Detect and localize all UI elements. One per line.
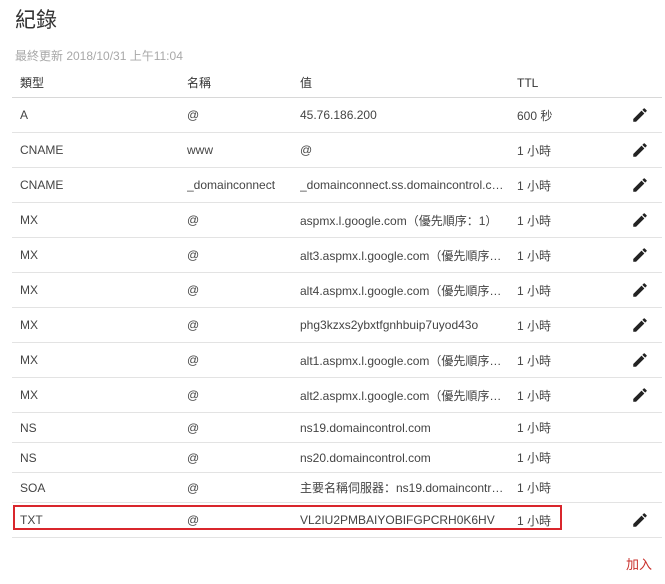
record-type: NS (20, 450, 37, 465)
record-ttl: 1 小時 (517, 481, 552, 495)
record-name: @ (187, 388, 200, 402)
record-name: @ (187, 450, 200, 465)
record-type: MX (20, 318, 38, 332)
pencil-icon[interactable] (629, 314, 651, 336)
table-header-row: 類型 名稱 值 TTL (12, 68, 662, 98)
record-name: @ (187, 513, 200, 527)
record-ttl: 1 小時 (517, 143, 552, 158)
record-ttl: 1 小時 (517, 388, 552, 403)
record-ttl: 1 小時 (517, 451, 552, 465)
pencil-icon[interactable] (629, 174, 651, 196)
table-row: MX @ alt4.aspmx.l.google.com（優先順序：10） 1 小時 (12, 273, 662, 308)
record-ttl: 1 小時 (517, 318, 552, 333)
pencil-icon[interactable] (629, 509, 651, 531)
pencil-icon[interactable] (629, 244, 651, 266)
record-name: @ (187, 480, 200, 495)
pencil-icon[interactable] (629, 279, 651, 301)
record-value: 45.76.186.200 (300, 108, 377, 122)
pencil-icon[interactable] (629, 209, 651, 231)
header-ttl: TTL (517, 75, 539, 90)
table-row: NS @ ns20.domaincontrol.com 1 小時 (12, 443, 662, 473)
page-title: 紀錄 (15, 9, 57, 32)
table-row: TXT @ VL2IU2PMBAIYOBIFGPCRH0K6HV 1 小時 (12, 503, 662, 538)
record-value: @ (300, 143, 313, 157)
record-ttl: 1 小時 (517, 353, 552, 368)
record-value: alt2.aspmx.l.google.com（優先順序：5） (300, 388, 506, 403)
record-value: ns20.domaincontrol.com (300, 450, 431, 465)
record-type: MX (20, 248, 38, 262)
record-value: _domainconnect.ss.domaincontrol.com (300, 178, 506, 192)
table-row: A @45.76.186.200 600 秒 (12, 98, 662, 133)
record-type: MX (20, 388, 38, 402)
pencil-icon[interactable] (629, 384, 651, 406)
record-type: A (20, 108, 29, 122)
record-type: CNAME (20, 143, 64, 157)
last-updated-text: 最終更新 2018/10/31 上午11:04 (15, 49, 183, 63)
record-ttl: 1 小時 (517, 513, 552, 528)
table-row: CNAME _domainconnect _domainconnect.ss.dom… (12, 168, 662, 203)
header-value: 值 (300, 76, 313, 90)
dns-records-table: 類型 名稱 值 TTL A @45.76.186.200 600 秒 CNAME www… (12, 68, 662, 538)
record-ttl: 1 小時 (517, 248, 552, 263)
header-type: 類型 (20, 76, 45, 90)
table-row: MX @ phg3kzxs2ybxtfgnhbuip7uyod43o 1 小時 (12, 308, 662, 343)
record-ttl: 1 小時 (517, 283, 552, 298)
record-type: MX (20, 283, 38, 297)
table-row: NS @ ns19.domaincontrol.com 1 小時 (12, 413, 662, 443)
pencil-icon[interactable] (629, 349, 651, 371)
record-type: SOA (20, 480, 46, 495)
record-ttl: 1 小時 (517, 213, 552, 228)
table-row: MX @ alt3.aspmx.l.google.com（優先順序：10） 1 小時 (12, 238, 662, 273)
record-value: phg3kzxs2ybxtfgnhbuip7uyod43o (300, 318, 479, 332)
record-value: 主要名稱伺服器：ns19.domaincontrol.com (300, 481, 506, 495)
record-value: aspmx.l.google.com（優先順序：1） (300, 213, 498, 228)
table-row: SOA @ 主要名稱伺服器：ns19.domaincontrol.com 1 小時 (12, 473, 662, 503)
record-name: www (187, 143, 213, 157)
table-row: MX @ alt1.aspmx.l.google.com（優先順序：5） 1 小時 (12, 343, 662, 378)
add-record-link[interactable]: 加入 (626, 554, 652, 573)
record-name: @ (187, 353, 200, 367)
record-name: @ (187, 283, 200, 297)
record-name: @ (187, 248, 200, 262)
record-value: VL2IU2PMBAIYOBIFGPCRH0K6HV (300, 513, 495, 527)
table-row: CNAME www @1 小時 (12, 133, 662, 168)
record-name: @ (187, 420, 200, 435)
record-type: CNAME (20, 178, 64, 192)
record-type: TXT (20, 513, 43, 527)
record-ttl: 1 小時 (517, 421, 552, 435)
record-value: alt1.aspmx.l.google.com（優先順序：5） (300, 353, 506, 368)
pencil-icon[interactable] (629, 139, 651, 161)
record-name: @ (187, 318, 200, 332)
record-type: MX (20, 353, 38, 367)
record-name: _domainconnect (187, 178, 276, 192)
table-row: MX @ alt2.aspmx.l.google.com（優先順序：5） 1 小時 (12, 378, 662, 413)
record-value: alt3.aspmx.l.google.com（優先順序：10） (300, 248, 506, 263)
record-name: @ (187, 213, 200, 227)
record-type: NS (20, 420, 37, 435)
record-ttl: 600 秒 (517, 108, 553, 123)
record-value: alt4.aspmx.l.google.com（優先順序：10） (300, 283, 506, 298)
header-name: 名稱 (187, 76, 212, 90)
record-ttl: 1 小時 (517, 178, 552, 193)
table-row: MX @ aspmx.l.google.com（優先順序：1） 1 小時 (12, 203, 662, 238)
pencil-icon[interactable] (629, 104, 651, 126)
record-value: ns19.domaincontrol.com (300, 420, 431, 435)
record-type: MX (20, 213, 38, 227)
record-name: @ (187, 108, 200, 122)
